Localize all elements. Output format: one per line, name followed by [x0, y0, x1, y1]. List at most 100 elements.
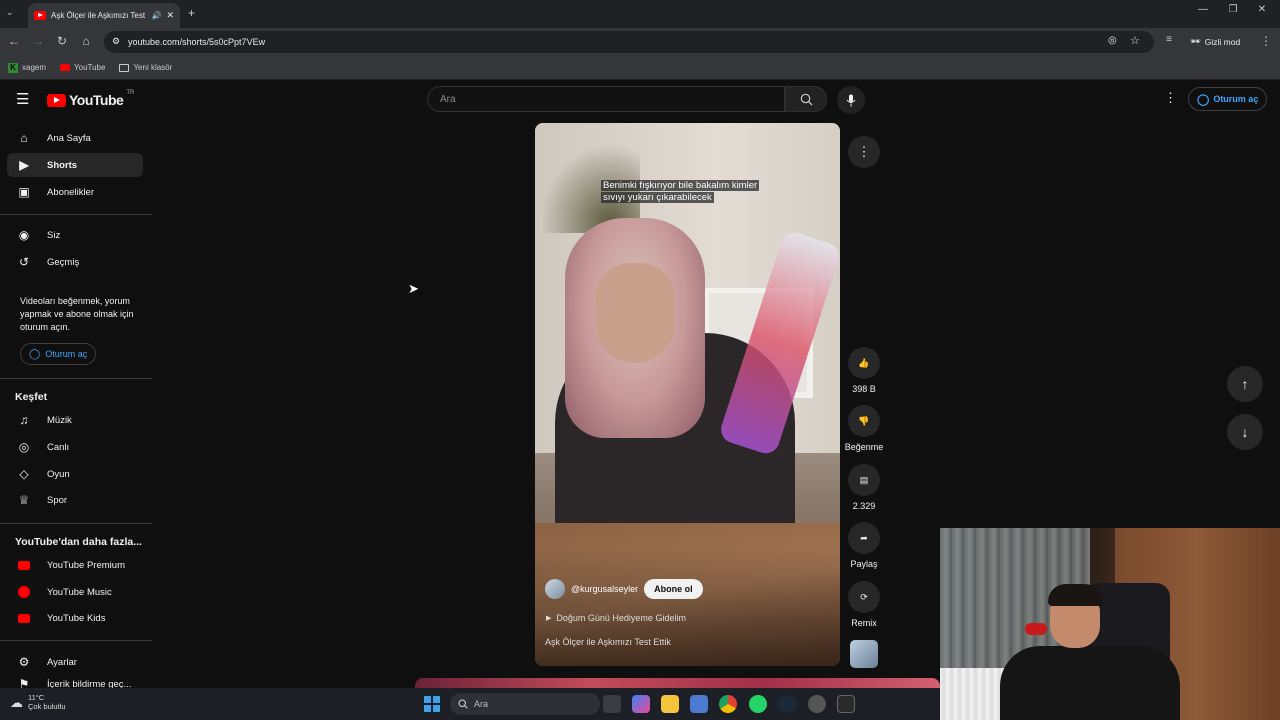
- webcam-overlay: [940, 528, 1280, 720]
- home-icon: ⌂: [20, 131, 28, 145]
- short-more-button[interactable]: ⋮: [848, 136, 880, 168]
- sidebar-item-history[interactable]: ↺ Geçmiş: [7, 250, 143, 274]
- steam-icon[interactable]: [778, 695, 796, 713]
- settings-more-icon[interactable]: ⋮: [1164, 90, 1177, 106]
- search-button[interactable]: [785, 86, 827, 112]
- chrome-icon[interactable]: [719, 695, 737, 713]
- history-icon: ↺: [18, 255, 30, 269]
- sidebar-item-shorts[interactable]: ▶ Shorts: [7, 153, 143, 177]
- browser-menu-icon[interactable]: ⋮: [1258, 34, 1274, 48]
- window-close-icon[interactable]: ✕: [1252, 4, 1272, 15]
- browser-toolbar: ← → ↻ ⌂ ⚙ youtube.com/shorts/5s0cPpt7VEw…: [0, 28, 1280, 56]
- sidebar-item-live[interactable]: ◎ Canlı: [7, 435, 143, 459]
- comment-icon: ▤: [859, 474, 869, 485]
- bookmark-youtube[interactable]: YouTube: [60, 63, 105, 72]
- sidebar-item-home[interactable]: ⌂ Ana Sayfa: [7, 126, 143, 150]
- voice-search-button[interactable]: [837, 86, 865, 114]
- sidebar-divider: [0, 640, 152, 641]
- trophy-icon: ♕: [18, 493, 30, 507]
- sidebar-item-label: Canlı: [47, 441, 70, 453]
- subscribe-button[interactable]: Abone ol: [644, 579, 703, 599]
- signin-label: Oturum aç: [45, 349, 88, 359]
- k-logo-icon: K: [8, 62, 18, 73]
- youtube-favicon-icon: [34, 11, 46, 20]
- channel-avatar[interactable]: [545, 579, 565, 599]
- like-button[interactable]: 👍 398 B: [840, 347, 888, 394]
- bookmark-folder[interactable]: Yeni klasör: [119, 63, 172, 72]
- reload-icon[interactable]: ↻: [54, 34, 70, 48]
- video-caption: Benimki fışkırıyor bile bakalım kimler s…: [601, 180, 781, 204]
- sidebar-item-youtube-music[interactable]: YouTube Music: [7, 580, 143, 604]
- share-button[interactable]: ➦ Paylaş: [840, 522, 888, 569]
- sidebar-item-label: Shorts: [47, 159, 78, 171]
- obs-icon[interactable]: [808, 695, 826, 713]
- copilot-icon[interactable]: [632, 695, 650, 713]
- mouse-cursor-icon: ➤: [408, 281, 419, 296]
- back-icon[interactable]: ←: [6, 34, 22, 48]
- tab-close-icon[interactable]: ✕: [166, 10, 174, 21]
- sidebar-item-youtube-kids[interactable]: YouTube Kids: [7, 606, 143, 630]
- caption-line: Benimki fışkırıyor bile bakalım kimler: [601, 180, 760, 191]
- sidebar-item-you[interactable]: ◉ Siz: [7, 223, 143, 247]
- account-circle-icon: ◯: [29, 348, 41, 360]
- search-input[interactable]: Ara: [427, 86, 785, 112]
- windows-taskbar: ☁ 11°C Çok bulutlu Ara: [0, 688, 940, 720]
- account-icon: ◉: [18, 228, 30, 242]
- incognito-badge[interactable]: 🕶 Gizli mod: [1190, 36, 1240, 47]
- sidebar-item-settings[interactable]: ⚙ Ayarlar: [7, 650, 143, 674]
- bookmark-label: YouTube: [74, 63, 106, 72]
- epic-games-icon[interactable]: [837, 695, 855, 713]
- home-browser-icon[interactable]: ⌂: [78, 34, 94, 48]
- sidebar-item-report-history[interactable]: ⚑ İçerik bildirme geç...: [7, 677, 143, 688]
- youtube-icon: [60, 64, 71, 71]
- audio-playing-icon[interactable]: 🔊: [151, 11, 161, 20]
- new-tab-icon[interactable]: +: [188, 6, 195, 20]
- dislike-button[interactable]: 👎 Beğenme: [840, 405, 888, 452]
- bookmark-star-icon[interactable]: ☆: [1130, 34, 1140, 47]
- whatsapp-icon[interactable]: [749, 695, 767, 713]
- webcam-microphone: [1025, 623, 1047, 635]
- address-bar[interactable]: ⚙ youtube.com/shorts/5s0cPpt7VEw ◎ ☆: [104, 31, 1154, 53]
- tab-title: Aşk Ölçer ile Aşkımızı Test Ettik: [51, 11, 146, 20]
- previous-short-button[interactable]: ↑: [1227, 366, 1263, 402]
- shorts-video-player[interactable]: Benimki fışkırıyor bile bakalım kimler s…: [535, 123, 840, 666]
- tab-search-icon[interactable]: ≡: [1161, 34, 1177, 45]
- next-short-button[interactable]: ↓: [1227, 414, 1263, 450]
- youtube-music-icon: [17, 585, 31, 599]
- short-title[interactable]: Aşk Ölçer ile Aşkımızı Test Ettik: [545, 637, 671, 647]
- sidebar-item-music[interactable]: ♫ Müzik: [7, 408, 143, 432]
- search-placeholder: Ara: [440, 93, 456, 105]
- tab-list-icon[interactable]: ⌄: [6, 7, 14, 18]
- incognito-icon: 🕶: [1190, 36, 1201, 46]
- restore-icon[interactable]: ❐: [1223, 4, 1243, 15]
- sound-thumbnail[interactable]: [850, 640, 878, 668]
- signin-button-top[interactable]: ◯ Oturum aç: [1188, 87, 1268, 111]
- sidebar-item-sports[interactable]: ♕ Spor: [7, 488, 143, 512]
- sidebar-item-youtube-premium[interactable]: YouTube Premium: [7, 553, 143, 577]
- sidebar-item-label: YouTube Premium: [47, 559, 125, 571]
- task-view-icon[interactable]: [603, 695, 621, 713]
- comments-button[interactable]: ▤ 2.329: [840, 464, 888, 511]
- taskbar-search[interactable]: Ara: [450, 693, 600, 715]
- channel-handle[interactable]: @kurgusalseyler: [571, 584, 638, 594]
- bookmark-xagem[interactable]: K xagem: [8, 62, 46, 73]
- sidebar-item-label: Siz: [47, 229, 61, 241]
- minimize-icon[interactable]: —: [1193, 4, 1213, 15]
- forward-icon[interactable]: →: [30, 34, 46, 48]
- sidebar-item-label: Spor: [47, 494, 68, 506]
- windows-start-icon[interactable]: [424, 696, 440, 712]
- site-info-icon[interactable]: ⚙: [112, 36, 120, 47]
- eye-off-icon[interactable]: ◎: [1108, 35, 1117, 46]
- share-label: Paylaş: [850, 559, 878, 569]
- file-explorer-icon[interactable]: [661, 695, 679, 713]
- sidebar-item-gaming[interactable]: ◇ Oyun: [7, 462, 143, 486]
- music-link[interactable]: ▶ Doğum Günü Hediyeme Gidelim: [546, 613, 686, 623]
- cloud-icon: ☁: [10, 694, 23, 710]
- sidebar-item-subscriptions[interactable]: ▣ Abonelikler: [7, 180, 143, 204]
- sidebar-signin-button[interactable]: ◯ Oturum aç: [20, 343, 97, 365]
- remix-button[interactable]: ⟳ Remix: [840, 581, 888, 628]
- bookmarks-bar: K xagem YouTube Yeni klasör: [0, 56, 1280, 80]
- browser-tab[interactable]: Aşk Ölçer ile Aşkımızı Test Ettik 🔊 ✕: [28, 3, 180, 28]
- weather-widget[interactable]: ☁ 11°C Çok bulutlu: [10, 693, 66, 711]
- store-icon[interactable]: [690, 695, 708, 713]
